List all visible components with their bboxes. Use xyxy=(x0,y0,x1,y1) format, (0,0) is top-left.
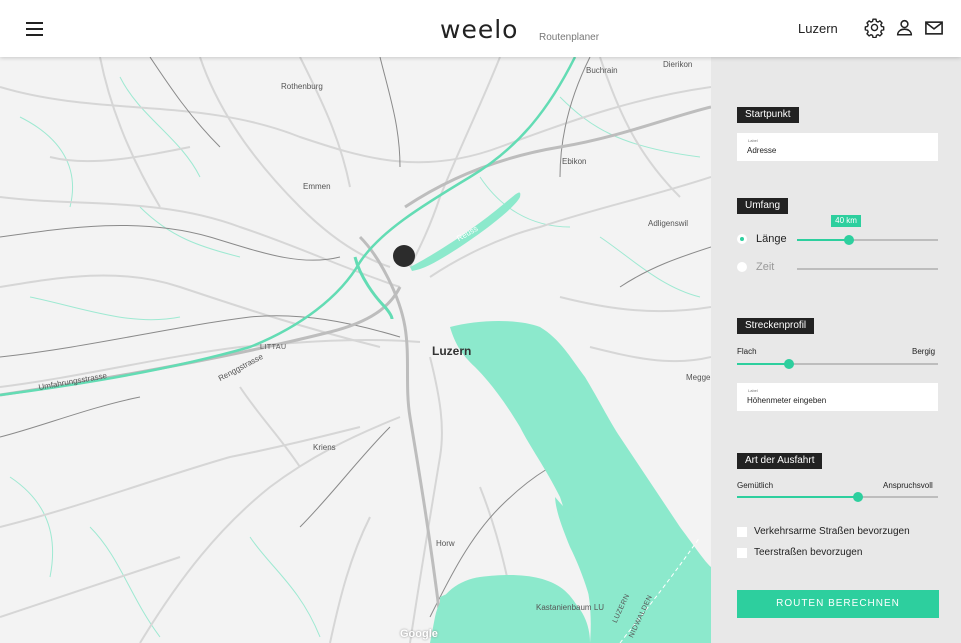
field-label: Label xyxy=(748,138,758,143)
section-title-ausfahrt: Art der Ausfahrt xyxy=(737,453,823,469)
profile-slider[interactable] xyxy=(737,359,938,369)
ride-type-slider-handle[interactable] xyxy=(852,492,863,502)
slider-max-label: Anspruchsvoll xyxy=(883,481,933,490)
hamburger-menu-icon[interactable] xyxy=(26,22,44,36)
calculate-routes-button[interactable]: ROUTEN BERECHNEN xyxy=(737,590,939,618)
route-settings-panel: Startpunkt Label Adresse Umfang Länge 40… xyxy=(711,57,961,643)
mail-icon[interactable] xyxy=(925,21,943,35)
map-attribution: Google xyxy=(400,628,438,640)
field-label: Label xyxy=(748,388,758,393)
gear-icon[interactable] xyxy=(864,17,885,38)
place-label: Buchrain xyxy=(586,66,618,75)
section-title-startpunkt: Startpunkt xyxy=(737,107,799,123)
address-field[interactable]: Label Adresse xyxy=(737,133,938,161)
profile-slider-handle[interactable] xyxy=(784,359,795,369)
place-label-luzern: Luzern xyxy=(432,344,472,358)
checkbox[interactable] xyxy=(737,548,747,558)
top-bar: weelo Routenplaner Luzern xyxy=(0,0,961,57)
place-label: Rothenburg xyxy=(281,82,323,91)
section-title-streckenprofil: Streckenprofil xyxy=(737,318,815,334)
elevation-field[interactable]: Label Höhenmeter eingeben xyxy=(737,383,938,411)
option-label: Zeit xyxy=(756,261,775,273)
profile-slider-fill xyxy=(737,363,790,365)
length-slider-fill xyxy=(797,239,850,241)
place-label: Kastanienbaum LU xyxy=(536,603,605,612)
place-label: Emmen xyxy=(303,182,331,191)
check-label: Teerstraßen bevorzugen xyxy=(754,547,863,558)
length-value-bubble: 40 km xyxy=(831,215,861,227)
city-selector[interactable]: Luzern xyxy=(798,21,838,36)
user-icon[interactable] xyxy=(896,19,913,36)
app-subtitle: Routenplaner xyxy=(539,32,600,43)
place-label: Kriens xyxy=(313,443,336,452)
option-label: Länge xyxy=(756,233,787,245)
field-value: Adresse xyxy=(747,146,777,155)
place-label: Adligenswil xyxy=(648,219,689,228)
check-label: Verkehrsarme Straßen bevorzugen xyxy=(754,526,910,537)
place-label: Dierikon xyxy=(663,60,693,69)
slider-min-label: Gemütlich xyxy=(737,481,774,490)
option-zeit[interactable]: Zeit xyxy=(737,260,947,274)
place-label: LITTAU xyxy=(260,344,287,351)
app-logo[interactable]: weelo xyxy=(440,15,518,44)
time-slider[interactable] xyxy=(797,268,938,270)
place-label: Ebikon xyxy=(562,157,587,166)
slider-max-label: Bergig xyxy=(912,347,936,356)
radio-laenge[interactable] xyxy=(737,234,747,244)
ride-type-slider[interactable] xyxy=(737,492,938,502)
place-label: Horw xyxy=(436,539,455,548)
map-view[interactable]: Rothenburg Buchrain Dierikon Emmen Ebiko… xyxy=(0,57,711,643)
radio-zeit[interactable] xyxy=(737,262,747,272)
section-title-umfang: Umfang xyxy=(737,198,789,214)
length-slider[interactable]: 40 km xyxy=(797,215,938,245)
slider-min-label: Flach xyxy=(737,347,757,356)
map-canvas xyxy=(0,57,711,643)
start-location-marker[interactable] xyxy=(393,245,415,267)
checkbox[interactable] xyxy=(737,527,747,537)
ride-type-slider-fill xyxy=(737,496,858,498)
place-label: Megge xyxy=(686,373,711,382)
field-value: Höhenmeter eingeben xyxy=(747,396,827,405)
